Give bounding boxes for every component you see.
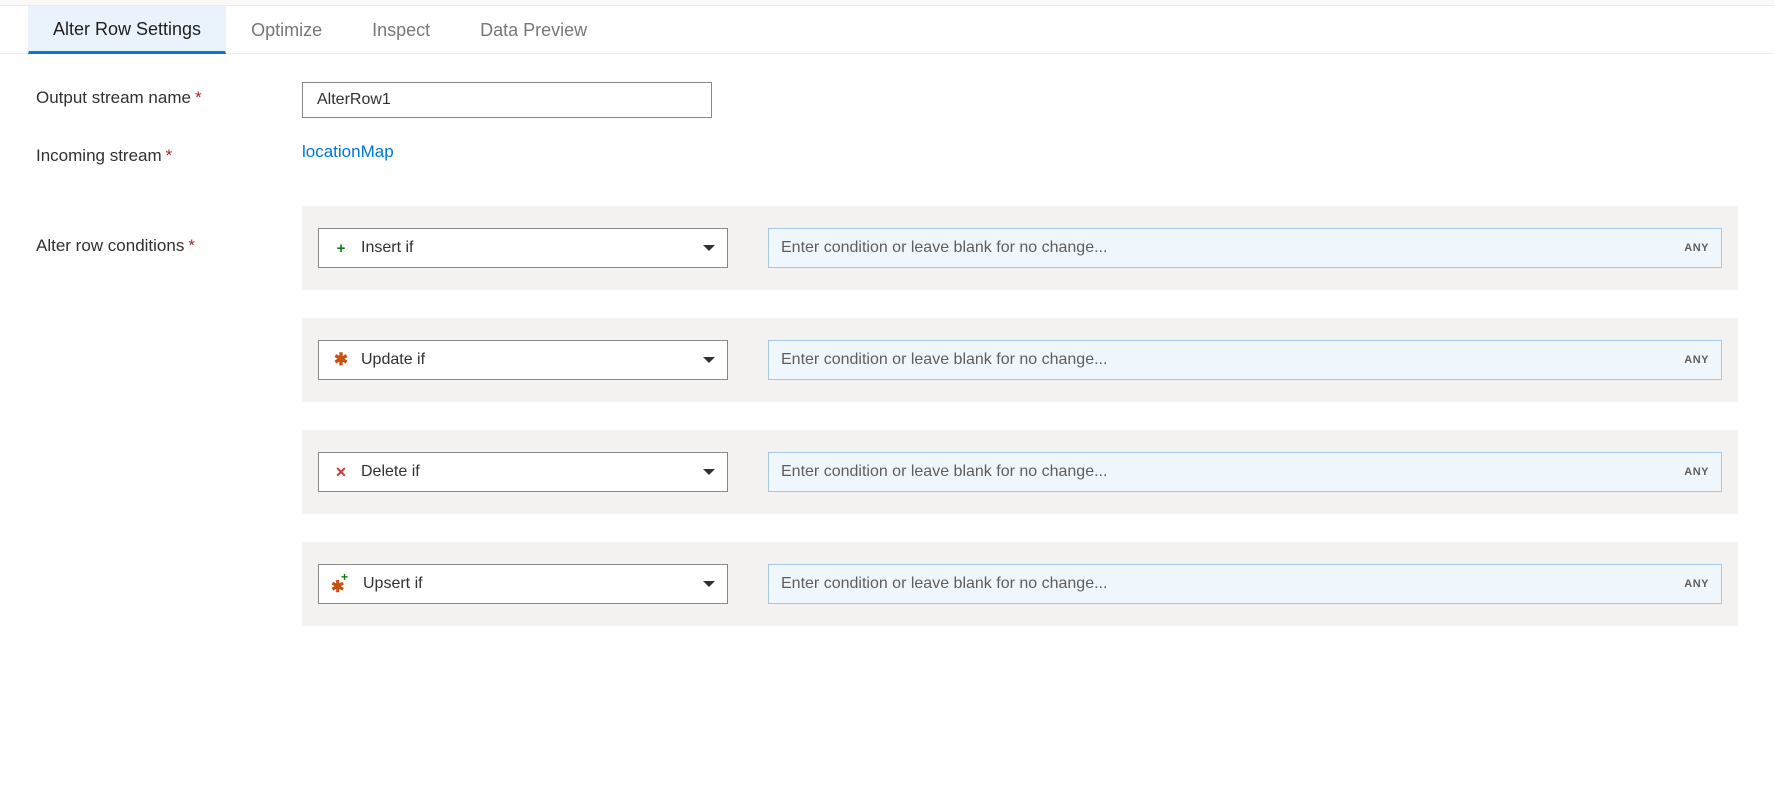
chevron-down-icon [703, 581, 715, 587]
tab-alter-row-settings[interactable]: Alter Row Settings [28, 6, 226, 54]
condition-row: ✕ Delete if Enter condition or leave bla… [302, 430, 1738, 514]
chevron-down-icon [703, 357, 715, 363]
label-incoming-stream: Incoming stream* [36, 140, 302, 166]
condition-placeholder: Enter condition or leave blank for no ch… [781, 239, 1684, 257]
close-icon: ✕ [331, 462, 351, 482]
any-badge: ANY [1684, 354, 1709, 366]
required-indicator: * [166, 146, 173, 165]
condition-type-label: Insert if [361, 239, 703, 257]
asterisk-icon: ✱ [331, 350, 351, 370]
incoming-stream-link[interactable]: locationMap [302, 140, 394, 162]
required-indicator: * [188, 236, 195, 255]
upsert-icon: ✱+ [331, 574, 353, 594]
condition-type-label: Delete if [361, 463, 703, 481]
condition-placeholder: Enter condition or leave blank for no ch… [781, 463, 1684, 481]
condition-row: ✱ Update if Enter condition or leave bla… [302, 318, 1738, 402]
output-stream-name-input[interactable] [302, 82, 712, 118]
required-indicator: * [195, 88, 202, 107]
any-badge: ANY [1684, 578, 1709, 590]
condition-type-select-insert[interactable]: + Insert if [318, 228, 728, 268]
condition-expression-input[interactable]: Enter condition or leave blank for no ch… [768, 452, 1722, 492]
condition-type-label: Update if [361, 351, 703, 369]
label-output-stream-name: Output stream name* [36, 82, 302, 108]
condition-expression-input[interactable]: Enter condition or leave blank for no ch… [768, 564, 1722, 604]
tabs-bar: Alter Row Settings Optimize Inspect Data… [0, 6, 1774, 54]
condition-type-label: Upsert if [363, 575, 703, 593]
condition-type-select-delete[interactable]: ✕ Delete if [318, 452, 728, 492]
condition-type-select-upsert[interactable]: ✱+ Upsert if [318, 564, 728, 604]
condition-row: + Insert if Enter condition or leave bla… [302, 206, 1738, 290]
condition-expression-input[interactable]: Enter condition or leave blank for no ch… [768, 340, 1722, 380]
row-incoming-stream: Incoming stream* locationMap [36, 140, 1738, 166]
tab-optimize[interactable]: Optimize [226, 6, 347, 54]
row-alter-row-conditions: Alter row conditions* + Insert if Enter … [36, 206, 1738, 654]
label-alter-row-conditions: Alter row conditions* [36, 206, 302, 256]
row-output-stream-name: Output stream name* [36, 82, 1738, 118]
settings-content: Output stream name* Incoming stream* loc… [0, 54, 1774, 712]
condition-placeholder: Enter condition or leave blank for no ch… [781, 575, 1684, 593]
conditions-list: + Insert if Enter condition or leave bla… [302, 206, 1738, 654]
condition-row: ✱+ Upsert if Enter condition or leave bl… [302, 542, 1738, 626]
any-badge: ANY [1684, 242, 1709, 254]
any-badge: ANY [1684, 466, 1709, 478]
plus-icon: + [331, 238, 351, 258]
condition-placeholder: Enter condition or leave blank for no ch… [781, 351, 1684, 369]
tab-inspect[interactable]: Inspect [347, 6, 455, 54]
chevron-down-icon [703, 469, 715, 475]
chevron-down-icon [703, 245, 715, 251]
tab-data-preview[interactable]: Data Preview [455, 6, 612, 54]
condition-expression-input[interactable]: Enter condition or leave blank for no ch… [768, 228, 1722, 268]
condition-type-select-update[interactable]: ✱ Update if [318, 340, 728, 380]
